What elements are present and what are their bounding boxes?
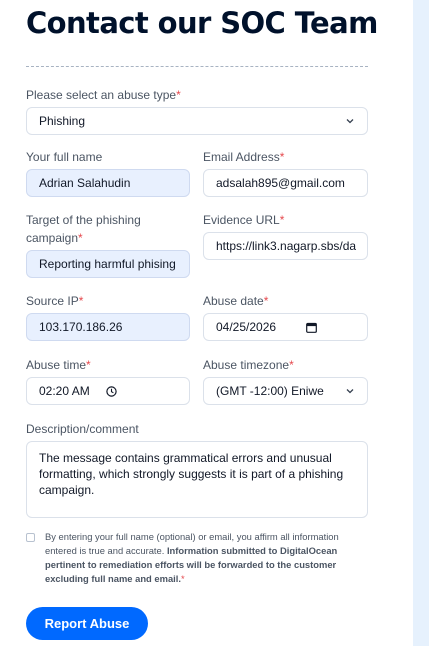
chevron-down-icon xyxy=(346,389,354,394)
required-marker: * xyxy=(289,358,294,372)
abuse-timezone-label-text: Abuse timezone xyxy=(203,358,290,372)
target-value: Reporting harmful phising xyxy=(39,257,176,271)
full-name-input[interactable]: Adrian Salahudin xyxy=(26,169,190,197)
abuse-type-select[interactable]: Phishing xyxy=(26,107,368,135)
calendar-icon[interactable] xyxy=(306,322,317,333)
target-label: Target of the phishing campaign* xyxy=(26,211,141,247)
abuse-time-label: Abuse time* xyxy=(26,356,91,374)
required-marker: * xyxy=(78,231,83,245)
abuse-type-label-text: Please select an abuse type xyxy=(26,88,177,102)
divider xyxy=(26,66,368,67)
consent-checkbox[interactable] xyxy=(26,533,35,542)
description-textarea[interactable]: The message contains grammatical errors … xyxy=(26,441,368,518)
abuse-time-label-text: Abuse time xyxy=(26,358,87,372)
email-value: adsalah895@gmail.com xyxy=(216,176,345,190)
full-name-value: Adrian Salahudin xyxy=(39,176,131,190)
abuse-type-label: Please select an abuse type* xyxy=(26,86,181,104)
required-marker: * xyxy=(176,88,181,102)
side-panel xyxy=(413,0,429,646)
source-ip-value: 103.170.186.26 xyxy=(39,320,123,334)
abuse-time-input[interactable]: 02:20 AM xyxy=(26,377,190,405)
target-label-line1: Target of the phishing xyxy=(26,213,141,227)
description-value: The message contains grammatical errors … xyxy=(39,451,344,497)
required-marker: * xyxy=(279,150,285,164)
abuse-date-value: 04/25/2026 xyxy=(216,320,277,334)
page-title: Contact our SOC Team xyxy=(26,6,378,40)
abuse-timezone-value: (GMT -12:00) Eniwe xyxy=(216,384,324,398)
evidence-url-label: Evidence URL* xyxy=(203,211,284,229)
evidence-url-value: https://link3.nagarp.sbs/da xyxy=(216,239,357,253)
source-ip-label-text: Source IP xyxy=(26,294,79,308)
abuse-time-value: 02:20 AM xyxy=(39,384,90,398)
abuse-date-label: Abuse date* xyxy=(203,292,268,310)
evidence-url-label-text: Evidence URL xyxy=(203,213,280,227)
clock-icon[interactable] xyxy=(106,386,117,397)
abuse-timezone-label: Abuse timezone* xyxy=(203,356,294,374)
target-input[interactable]: Reporting harmful phising xyxy=(26,250,190,278)
consent-text: By entering your full name (optional) or… xyxy=(45,530,370,586)
email-input[interactable]: adsalah895@gmail.com xyxy=(203,169,368,197)
evidence-url-input[interactable]: https://link3.nagarp.sbs/da xyxy=(203,232,368,260)
required-marker: * xyxy=(263,294,269,308)
email-label: Email Address* xyxy=(203,148,284,166)
source-ip-input[interactable]: 103.170.186.26 xyxy=(26,313,190,341)
target-label-line2: campaign xyxy=(26,231,79,245)
report-abuse-button[interactable]: Report Abuse xyxy=(26,607,148,640)
abuse-date-input[interactable]: 04/25/2026 xyxy=(203,313,368,341)
chevron-down-icon xyxy=(346,119,354,124)
abuse-timezone-select[interactable]: (GMT -12:00) Eniwe xyxy=(203,377,368,405)
email-label-text: Email Address xyxy=(203,150,280,164)
required-marker: * xyxy=(180,573,185,584)
full-name-label: Your full name xyxy=(26,150,103,164)
description-label: Description/comment xyxy=(26,422,139,436)
required-marker: * xyxy=(78,294,84,308)
abuse-type-value: Phishing xyxy=(39,114,86,128)
required-marker: * xyxy=(279,213,285,227)
source-ip-label: Source IP* xyxy=(26,292,83,310)
required-marker: * xyxy=(86,358,91,372)
abuse-date-label-text: Abuse date xyxy=(203,294,264,308)
